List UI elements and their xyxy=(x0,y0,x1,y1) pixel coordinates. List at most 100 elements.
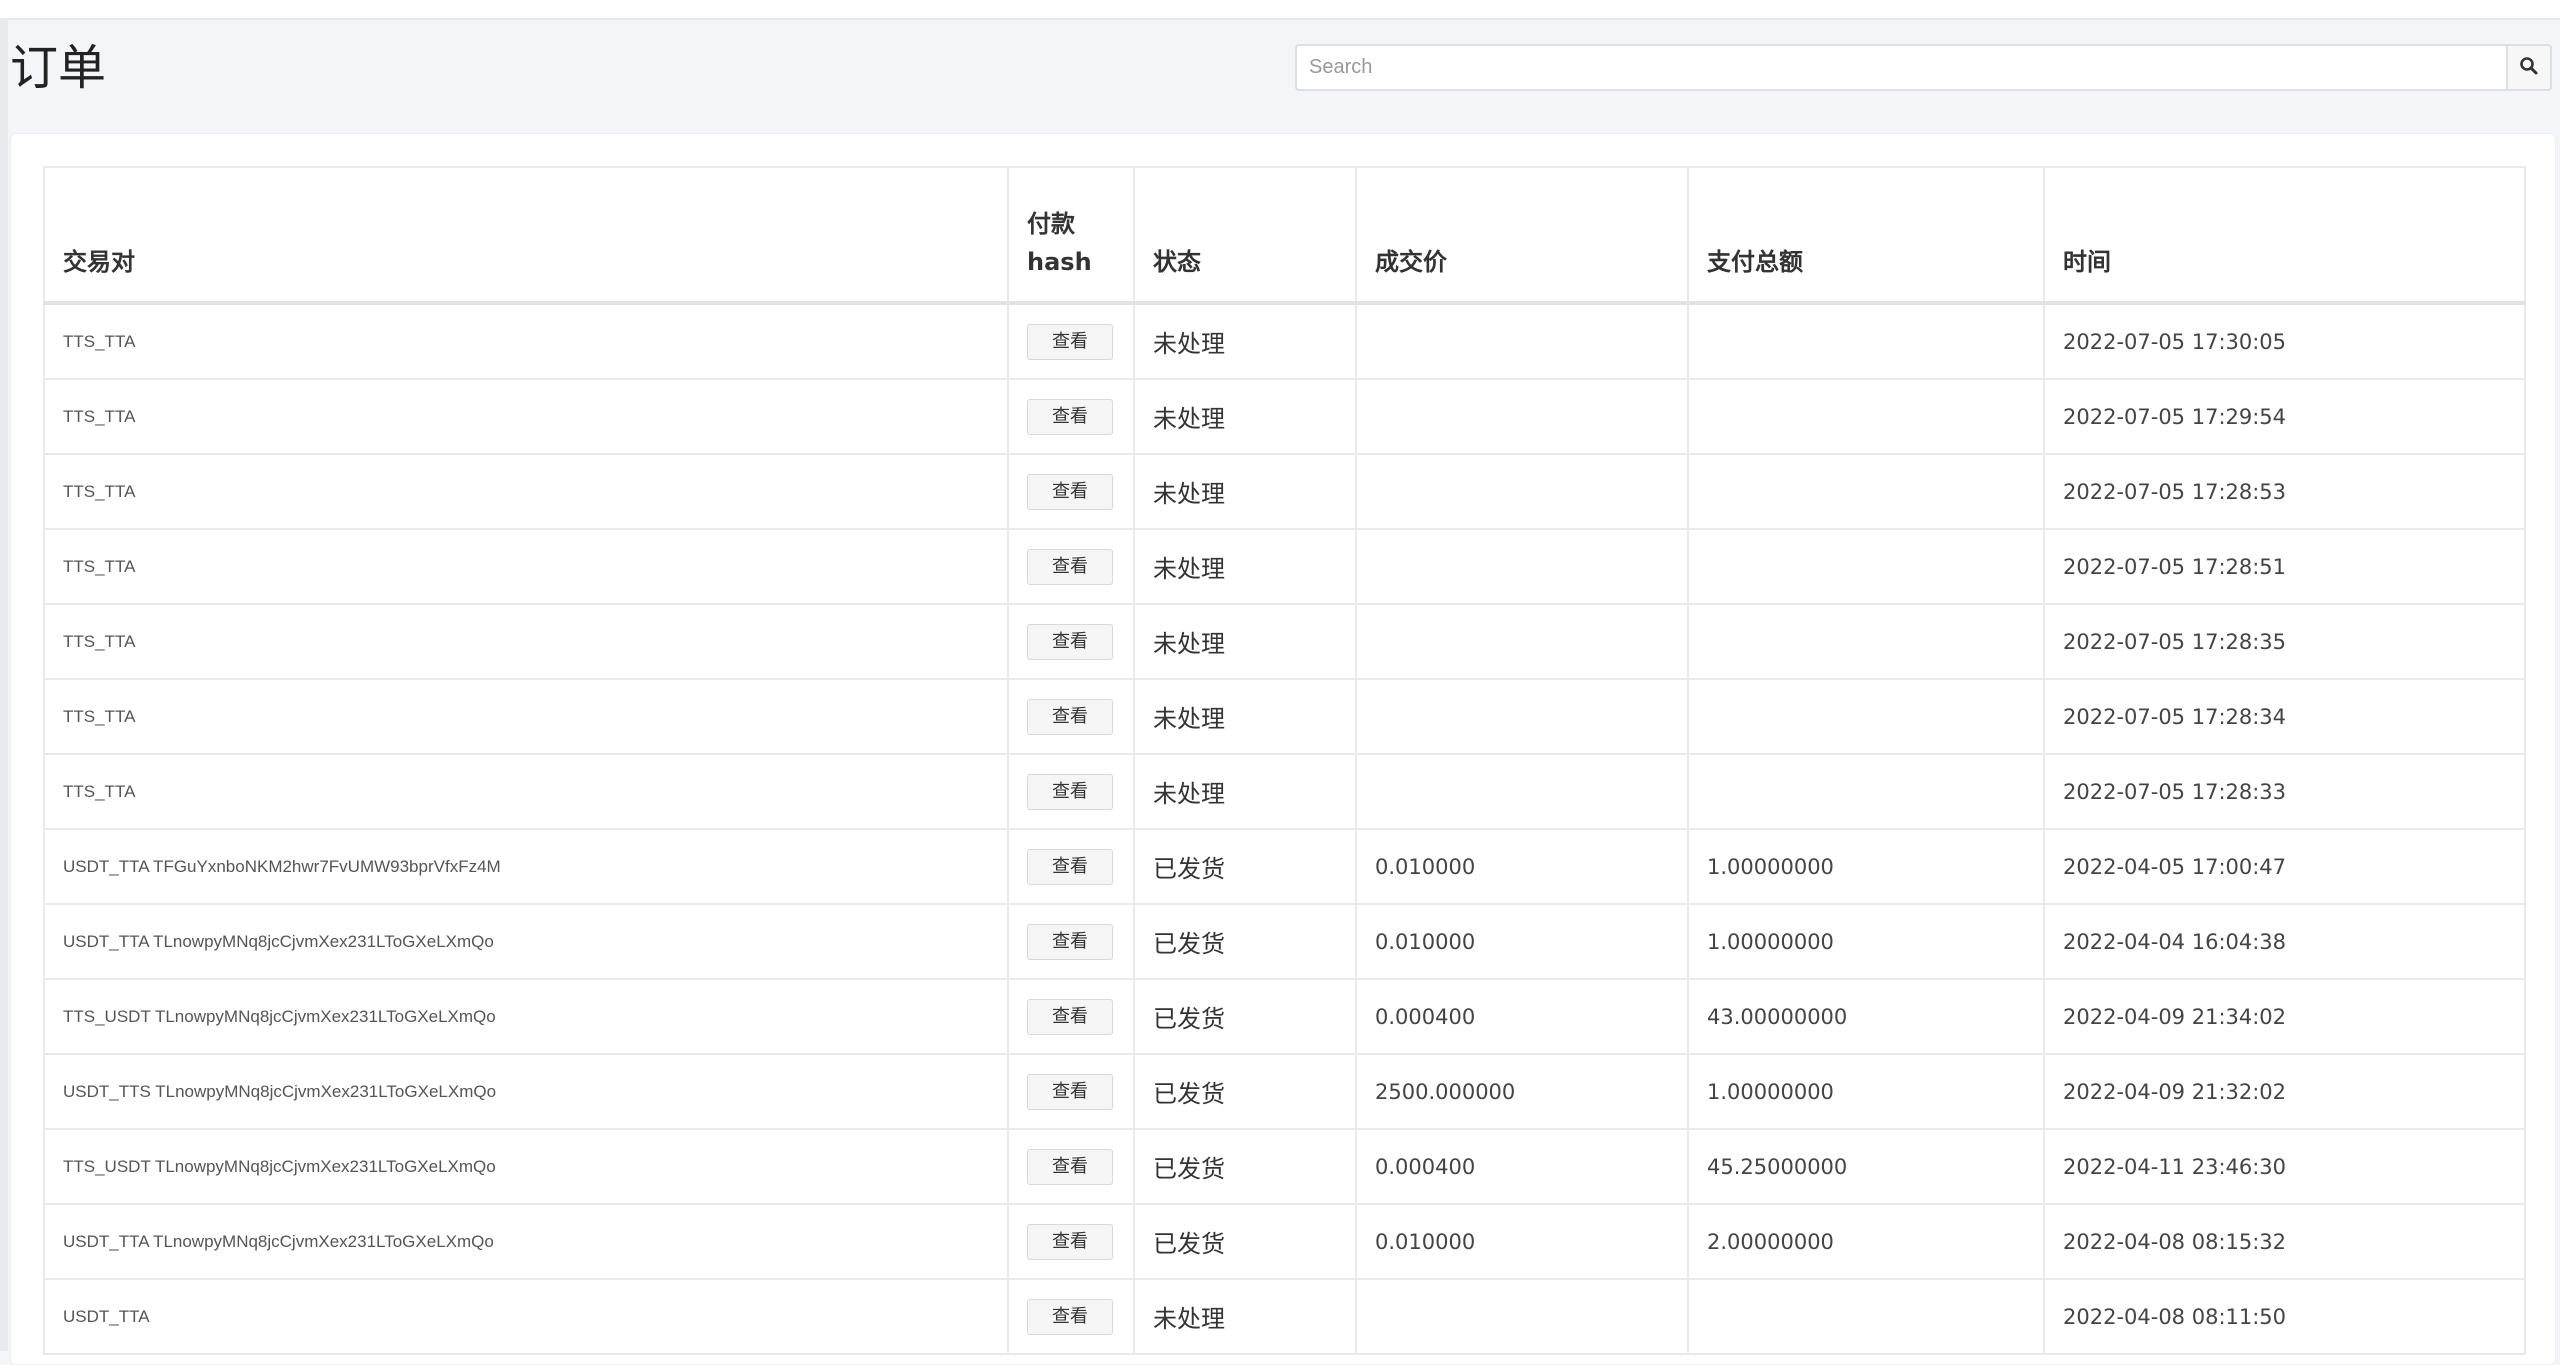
cell-total xyxy=(1687,302,2045,380)
cell-total xyxy=(1687,603,2045,680)
cell-status: 已发货 xyxy=(1133,1203,1357,1280)
view-hash-button[interactable]: 查看 xyxy=(1027,848,1113,885)
cell-time: 2022-07-05 17:28:53 xyxy=(2043,453,2526,530)
table-row: TTS_TTA 查看 未处理 2022-07-05 17:28:33 xyxy=(43,753,2526,830)
cell-total: 1.00000000 xyxy=(1687,1053,2045,1130)
header-status[interactable]: 状态 xyxy=(1133,166,1357,305)
cell-hash: 查看 xyxy=(1007,1203,1135,1280)
cell-total xyxy=(1687,1278,2045,1355)
table-row: TTS_TTA 查看 未处理 2022-07-05 17:29:54 xyxy=(43,378,2526,455)
view-hash-button[interactable]: 查看 xyxy=(1027,623,1113,660)
cell-total xyxy=(1687,753,2045,830)
view-hash-button[interactable]: 查看 xyxy=(1027,473,1113,510)
cell-pair: TTS_TTA xyxy=(43,603,1009,680)
cell-status: 未处理 xyxy=(1133,603,1357,680)
cell-pair: USDT_TTA TFGuYxnboNKM2hwr7FvUMW93bprVfxF… xyxy=(43,828,1009,905)
cell-price: 0.010000 xyxy=(1355,828,1689,905)
cell-hash: 查看 xyxy=(1007,753,1135,830)
cell-total: 1.00000000 xyxy=(1687,828,2045,905)
cell-pair: TTS_TTA xyxy=(43,678,1009,755)
cell-price: 0.000400 xyxy=(1355,978,1689,1055)
cell-price xyxy=(1355,1278,1689,1355)
cell-status: 未处理 xyxy=(1133,378,1357,455)
table-row: TTS_TTA 查看 未处理 2022-07-05 17:28:51 xyxy=(43,528,2526,605)
cell-status: 已发货 xyxy=(1133,903,1357,980)
cell-pair: TTS_TTA xyxy=(43,453,1009,530)
cell-total: 43.00000000 xyxy=(1687,978,2045,1055)
cell-pair: USDT_TTS TLnowpyMNq8jcCjvmXex231LToGXeLX… xyxy=(43,1053,1009,1130)
view-hash-button[interactable]: 查看 xyxy=(1027,698,1113,735)
header-payment-label: 付款 xyxy=(1027,210,1075,238)
header-total[interactable]: 支付总额 xyxy=(1687,166,2045,305)
table-row: USDT_TTA 查看 未处理 2022-04-08 08:11:50 xyxy=(43,1278,2526,1355)
cell-price: 0.010000 xyxy=(1355,903,1689,980)
table-row: TTS_USDT TLnowpyMNq8jcCjvmXex231LToGXeLX… xyxy=(43,978,2526,1055)
view-hash-button[interactable]: 查看 xyxy=(1027,923,1113,960)
view-hash-button[interactable]: 查看 xyxy=(1027,548,1113,585)
table-row: USDT_TTA TFGuYxnboNKM2hwr7FvUMW93bprVfxF… xyxy=(43,828,2526,905)
cell-hash: 查看 xyxy=(1007,903,1135,980)
cell-pair: USDT_TTA TLnowpyMNq8jcCjvmXex231LToGXeLX… xyxy=(43,1203,1009,1280)
table-row: TTS_TTA 查看 未处理 2022-07-05 17:28:34 xyxy=(43,678,2526,755)
cell-total: 45.25000000 xyxy=(1687,1128,2045,1205)
cell-status: 已发货 xyxy=(1133,828,1357,905)
cell-price xyxy=(1355,302,1689,380)
search-icon xyxy=(2519,56,2539,79)
cell-hash: 查看 xyxy=(1007,453,1135,530)
cell-pair: TTS_USDT TLnowpyMNq8jcCjvmXex231LToGXeLX… xyxy=(43,978,1009,1055)
table-header-row: 交易对 付款 hash 状态 成交价 支付总额 时间 xyxy=(43,166,2526,305)
cell-hash: 查看 xyxy=(1007,1053,1135,1130)
cell-status: 未处理 xyxy=(1133,753,1357,830)
cell-status: 未处理 xyxy=(1133,1278,1357,1355)
table-row: USDT_TTA TLnowpyMNq8jcCjvmXex231LToGXeLX… xyxy=(43,903,2526,980)
search-input[interactable] xyxy=(1295,44,2506,91)
view-hash-button[interactable]: 查看 xyxy=(1027,1298,1113,1335)
cell-status: 未处理 xyxy=(1133,528,1357,605)
cell-total: 1.00000000 xyxy=(1687,903,2045,980)
cell-hash: 查看 xyxy=(1007,528,1135,605)
cell-hash: 查看 xyxy=(1007,978,1135,1055)
cell-time: 2022-04-11 23:46:30 xyxy=(2043,1128,2526,1205)
cell-price xyxy=(1355,753,1689,830)
cell-total xyxy=(1687,678,2045,755)
cell-hash: 查看 xyxy=(1007,1128,1135,1205)
cell-time: 2022-04-08 08:15:32 xyxy=(2043,1203,2526,1280)
cell-time: 2022-07-05 17:28:33 xyxy=(2043,753,2526,830)
header-pair[interactable]: 交易对 xyxy=(43,166,1009,305)
cell-time: 2022-07-05 17:30:05 xyxy=(2043,302,2526,380)
view-hash-button[interactable]: 查看 xyxy=(1027,1223,1113,1260)
cell-hash: 查看 xyxy=(1007,828,1135,905)
top-bar xyxy=(0,0,2560,20)
view-hash-button[interactable]: 查看 xyxy=(1027,1148,1113,1185)
view-hash-button[interactable]: 查看 xyxy=(1027,773,1113,810)
cell-total xyxy=(1687,453,2045,530)
table-row: TTS_TTA 查看 未处理 2022-07-05 17:28:35 xyxy=(43,603,2526,680)
cell-time: 2022-04-08 08:11:50 xyxy=(2043,1278,2526,1355)
view-hash-button[interactable]: 查看 xyxy=(1027,1073,1113,1110)
cell-time: 2022-04-04 16:04:38 xyxy=(2043,903,2526,980)
search-button[interactable] xyxy=(2506,44,2552,91)
page-title: 订单 xyxy=(10,40,107,96)
view-hash-button[interactable]: 查看 xyxy=(1027,323,1113,360)
cell-pair: TTS_TTA xyxy=(43,528,1009,605)
header-price[interactable]: 成交价 xyxy=(1355,166,1689,305)
header-time[interactable]: 时间 xyxy=(2043,166,2526,305)
cell-total: 2.00000000 xyxy=(1687,1203,2045,1280)
view-hash-button[interactable]: 查看 xyxy=(1027,398,1113,435)
cell-price: 0.000400 xyxy=(1355,1128,1689,1205)
cell-hash: 查看 xyxy=(1007,603,1135,680)
header-payment-hash[interactable]: 付款 hash xyxy=(1007,166,1135,305)
cell-status: 已发货 xyxy=(1133,1128,1357,1205)
view-hash-button[interactable]: 查看 xyxy=(1027,998,1113,1035)
cell-price xyxy=(1355,603,1689,680)
cell-hash: 查看 xyxy=(1007,302,1135,380)
cell-total xyxy=(1687,378,2045,455)
search-bar xyxy=(1295,44,2552,91)
left-edge xyxy=(0,18,8,1351)
cell-hash: 查看 xyxy=(1007,1278,1135,1355)
cell-time: 2022-04-09 21:34:02 xyxy=(2043,978,2526,1055)
table-row: USDT_TTA TLnowpyMNq8jcCjvmXex231LToGXeLX… xyxy=(43,1203,2526,1280)
cell-status: 已发货 xyxy=(1133,978,1357,1055)
header-hash-label: hash xyxy=(1027,248,1092,276)
cell-hash: 查看 xyxy=(1007,378,1135,455)
